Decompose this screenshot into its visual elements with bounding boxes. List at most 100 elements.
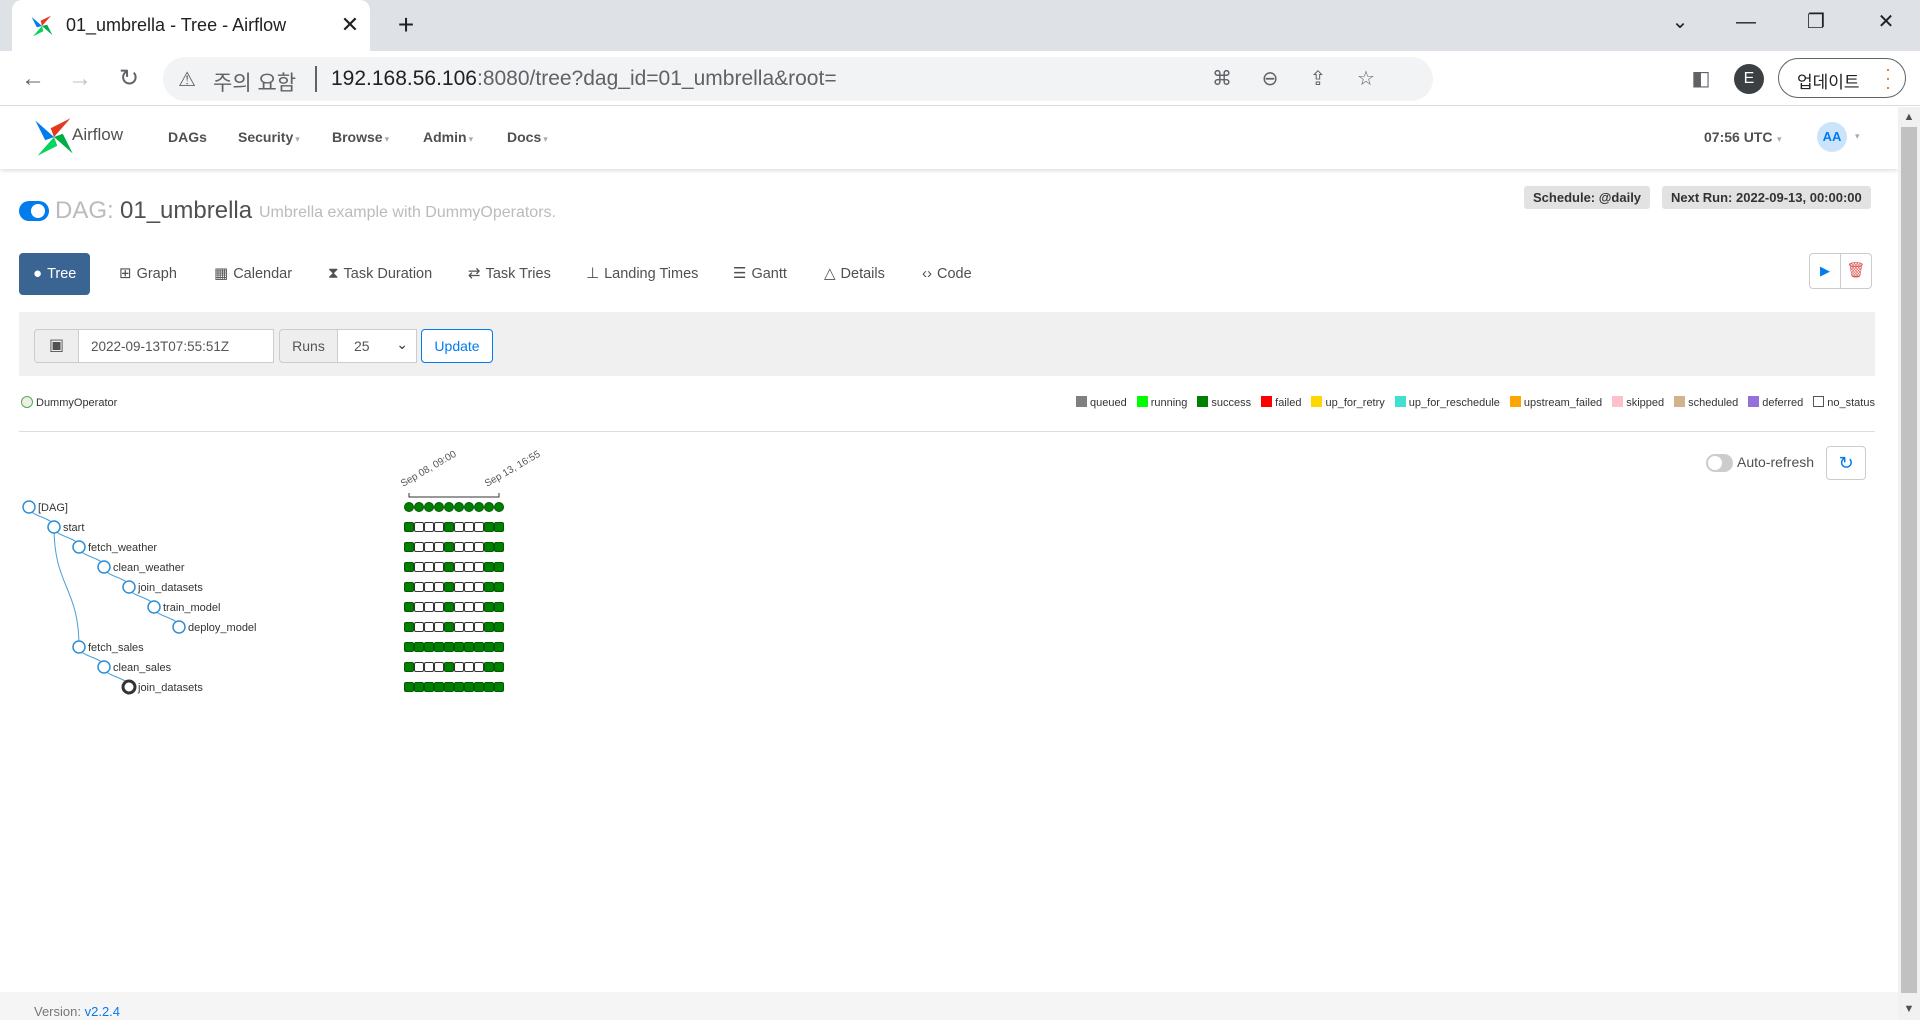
task-instance-square[interactable] [414, 602, 424, 612]
task-instance-square[interactable] [404, 562, 414, 572]
task-instance-square[interactable] [434, 622, 444, 632]
task-instance-square[interactable] [474, 662, 484, 672]
url-text[interactable]: 192.168.56.106:8080/tree?dag_id=01_umbre… [331, 67, 837, 91]
tree-node[interactable] [97, 560, 111, 574]
task-instance-square[interactable] [404, 582, 414, 592]
date-picker-button[interactable]: ▣ [34, 329, 79, 363]
back-icon[interactable]: ← [16, 62, 50, 96]
side-panel-icon[interactable]: ◧ [1686, 64, 1716, 94]
warning-icon[interactable]: ⚠ [178, 67, 196, 92]
dag-run-circle[interactable] [494, 502, 504, 512]
task-label[interactable]: clean_sales [113, 662, 172, 674]
tab-gantt[interactable]: ☰ Gantt [733, 253, 787, 295]
tree-node[interactable] [121, 679, 137, 695]
task-instance-square[interactable] [454, 522, 464, 532]
task-instance-square[interactable] [474, 682, 484, 692]
dag-run-circle[interactable] [474, 502, 484, 512]
task-instance-square[interactable] [444, 562, 454, 572]
security-warning[interactable]: 주의 요함 [213, 67, 296, 97]
dag-run-circle[interactable] [464, 502, 474, 512]
dag-run-circle[interactable] [484, 502, 494, 512]
tab-graph[interactable]: ⊞ Graph [119, 253, 177, 295]
dag-run-circle[interactable] [444, 502, 454, 512]
task-instance-square[interactable] [444, 642, 454, 652]
task-instance-square[interactable] [434, 642, 444, 652]
task-instance-square[interactable] [464, 642, 474, 652]
tree-node[interactable] [22, 500, 36, 514]
task-instance-square[interactable] [494, 662, 504, 672]
task-instance-square[interactable] [484, 582, 494, 592]
task-instance-square[interactable] [494, 682, 504, 692]
task-instance-square[interactable] [434, 682, 444, 692]
task-instance-square[interactable] [424, 522, 434, 532]
task-instance-square[interactable] [414, 682, 424, 692]
tab-close-icon[interactable]: ✕ [338, 11, 362, 39]
nav-admin[interactable]: Admin ▾ [423, 129, 473, 145]
close-window-icon[interactable]: ✕ [1866, 7, 1906, 37]
new-tab-icon[interactable]: + [390, 10, 422, 42]
browser-tab[interactable]: 01_umbrella - Tree - Airflow ✕ [12, 0, 370, 51]
task-instance-square[interactable] [404, 622, 414, 632]
task-label[interactable]: start [63, 522, 84, 534]
task-label[interactable]: fetch_sales [88, 642, 144, 654]
task-instance-square[interactable] [454, 682, 464, 692]
tab-landing-times[interactable]: ⊥ Landing Times [586, 253, 698, 295]
task-instance-square[interactable] [454, 602, 464, 612]
task-instance-square[interactable] [434, 542, 444, 552]
task-instance-square[interactable] [464, 622, 474, 632]
task-instance-square[interactable] [414, 582, 424, 592]
tree-node[interactable] [172, 620, 186, 634]
task-instance-square[interactable] [424, 582, 434, 592]
task-instance-square[interactable] [494, 542, 504, 552]
task-label[interactable]: train_model [163, 602, 220, 614]
nav-browse[interactable]: Browse ▾ [332, 129, 389, 145]
delete-dag-button[interactable]: 🗑 [1840, 253, 1872, 289]
task-instance-square[interactable] [454, 622, 464, 632]
task-instance-square[interactable] [494, 602, 504, 612]
task-instance-square[interactable] [464, 582, 474, 592]
task-instance-square[interactable] [484, 682, 494, 692]
task-instance-square[interactable] [474, 582, 484, 592]
task-instance-square[interactable] [454, 562, 464, 572]
scroll-thumb[interactable] [1901, 127, 1917, 993]
task-instance-square[interactable] [484, 562, 494, 572]
tab-task-tries[interactable]: ⇄ Task Tries [468, 253, 551, 295]
dag-run-circle[interactable] [454, 502, 464, 512]
task-instance-square[interactable] [404, 542, 414, 552]
dag-run-circle[interactable] [434, 502, 444, 512]
task-instance-square[interactable] [404, 522, 414, 532]
task-instance-square[interactable] [454, 662, 464, 672]
task-instance-square[interactable] [414, 542, 424, 552]
task-label[interactable]: join_datasets [137, 682, 203, 694]
task-instance-square[interactable] [464, 682, 474, 692]
task-instance-square[interactable] [434, 522, 444, 532]
task-instance-square[interactable] [494, 622, 504, 632]
task-instance-square[interactable] [404, 602, 414, 612]
page-scrollbar[interactable]: ▲ ▼ [1898, 107, 1920, 1020]
task-instance-square[interactable] [404, 642, 414, 652]
task-instance-square[interactable] [444, 682, 454, 692]
task-instance-square[interactable] [474, 522, 484, 532]
task-instance-square[interactable] [484, 602, 494, 612]
task-instance-square[interactable] [424, 562, 434, 572]
base-date-input[interactable] [78, 329, 274, 363]
refresh-button[interactable]: ↻ [1826, 446, 1866, 480]
task-instance-square[interactable] [464, 562, 474, 572]
task-label[interactable]: fetch_weather [88, 542, 157, 554]
address-bar[interactable]: ⚠ 주의 요함 192.168.56.106:8080/tree?dag_id=… [163, 57, 1433, 101]
task-instance-square[interactable] [424, 682, 434, 692]
update-button[interactable]: Update [421, 329, 493, 363]
task-instance-square[interactable] [444, 542, 454, 552]
task-instance-square[interactable] [484, 542, 494, 552]
task-instance-square[interactable] [464, 542, 474, 552]
task-label[interactable]: [DAG] [38, 502, 68, 514]
task-instance-square[interactable] [424, 622, 434, 632]
task-instance-square[interactable] [444, 522, 454, 532]
reload-icon[interactable]: ↻ [112, 62, 146, 96]
task-instance-square[interactable] [484, 662, 494, 672]
task-instance-square[interactable] [414, 622, 424, 632]
tab-calendar[interactable]: ▦ Calendar [214, 253, 292, 295]
task-instance-square[interactable] [484, 642, 494, 652]
task-instance-square[interactable] [424, 602, 434, 612]
task-instance-square[interactable] [434, 662, 444, 672]
